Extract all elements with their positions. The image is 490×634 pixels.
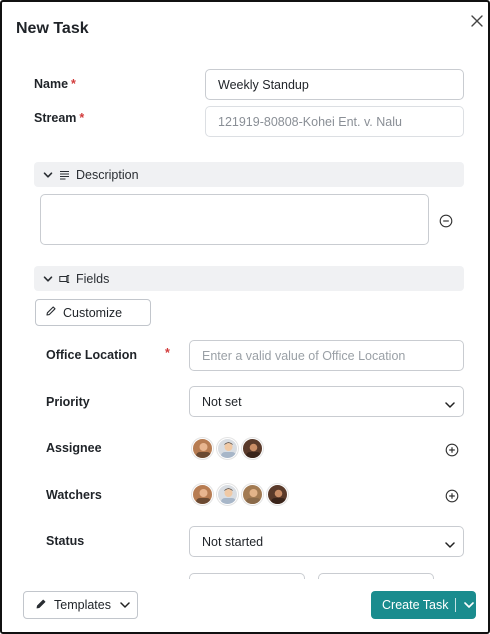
name-input[interactable]: Weekly Standup [205, 69, 464, 100]
status-select[interactable]: Not started [189, 526, 464, 557]
status-label: Status [46, 534, 85, 548]
name-label: Name * [34, 77, 76, 91]
office-location-input[interactable]: Enter a valid value of Office Location [189, 340, 464, 371]
stream-input[interactable]: 121919-80808-Kohei Ent. v. Nalu [205, 106, 464, 137]
status-value: Not started [202, 534, 264, 549]
chevron-down-icon [42, 273, 54, 285]
chevron-down-icon[interactable] [464, 598, 475, 612]
user-avatar-1[interactable] [192, 484, 213, 505]
office-location-label: Office Location [46, 348, 137, 362]
chevron-down-icon [445, 538, 455, 552]
assignee-avatars [192, 438, 263, 459]
user-avatar-1[interactable] [192, 438, 213, 459]
pencil-icon [35, 598, 47, 613]
add-assignee-icon[interactable] [445, 443, 459, 457]
watchers-label: Watchers [46, 488, 102, 502]
user-avatar-2[interactable] [217, 438, 238, 459]
templates-button[interactable]: Templates [23, 591, 138, 619]
description-section-header[interactable]: Description [34, 162, 464, 187]
description-textarea[interactable] [40, 194, 429, 245]
text-lines-icon [59, 170, 70, 180]
office-location-placeholder: Enter a valid value of Office Location [202, 348, 406, 363]
user-avatar-4[interactable] [242, 484, 263, 505]
templates-label: Templates [54, 598, 111, 612]
watchers-avatars [192, 484, 288, 505]
fields-section-header[interactable]: Fields [34, 266, 464, 291]
customize-button[interactable]: Customize [35, 299, 151, 326]
chevron-down-icon [42, 169, 54, 181]
chevron-down-icon [445, 398, 455, 412]
add-watcher-icon[interactable] [445, 489, 459, 503]
input-field-icon [59, 274, 70, 284]
user-avatar-3[interactable] [267, 484, 288, 505]
description-section-label: Description [76, 167, 139, 182]
create-task-label: Create Task [382, 598, 449, 612]
customize-label: Customize [63, 305, 123, 320]
required-marker: * [165, 346, 170, 360]
name-input-value: Weekly Standup [218, 77, 309, 92]
fields-section-label: Fields [76, 271, 110, 286]
stream-label: Stream * [34, 111, 84, 125]
chevron-down-icon [120, 598, 130, 612]
name-label-text: Name [34, 77, 69, 91]
create-task-button[interactable]: Create Task [371, 591, 476, 619]
priority-label: Priority [46, 395, 90, 409]
required-marker: * [71, 77, 76, 91]
close-icon[interactable] [468, 12, 486, 30]
priority-value: Not set [202, 394, 242, 409]
user-avatar-2[interactable] [217, 484, 238, 505]
remove-circle-icon[interactable] [439, 214, 453, 228]
stream-input-value: 121919-80808-Kohei Ent. v. Nalu [218, 114, 402, 129]
button-separator [455, 598, 457, 612]
assignee-label: Assignee [46, 441, 102, 455]
user-avatar-3[interactable] [242, 438, 263, 459]
priority-select[interactable]: Not set [189, 386, 464, 417]
required-marker: * [79, 111, 85, 125]
stream-label-text: Stream [34, 111, 77, 125]
new-task-dialog: New Task Name * Weekly Standup Stream * 12… [0, 0, 490, 634]
pencil-icon [45, 305, 57, 320]
dialog-title: New Task [16, 20, 89, 37]
